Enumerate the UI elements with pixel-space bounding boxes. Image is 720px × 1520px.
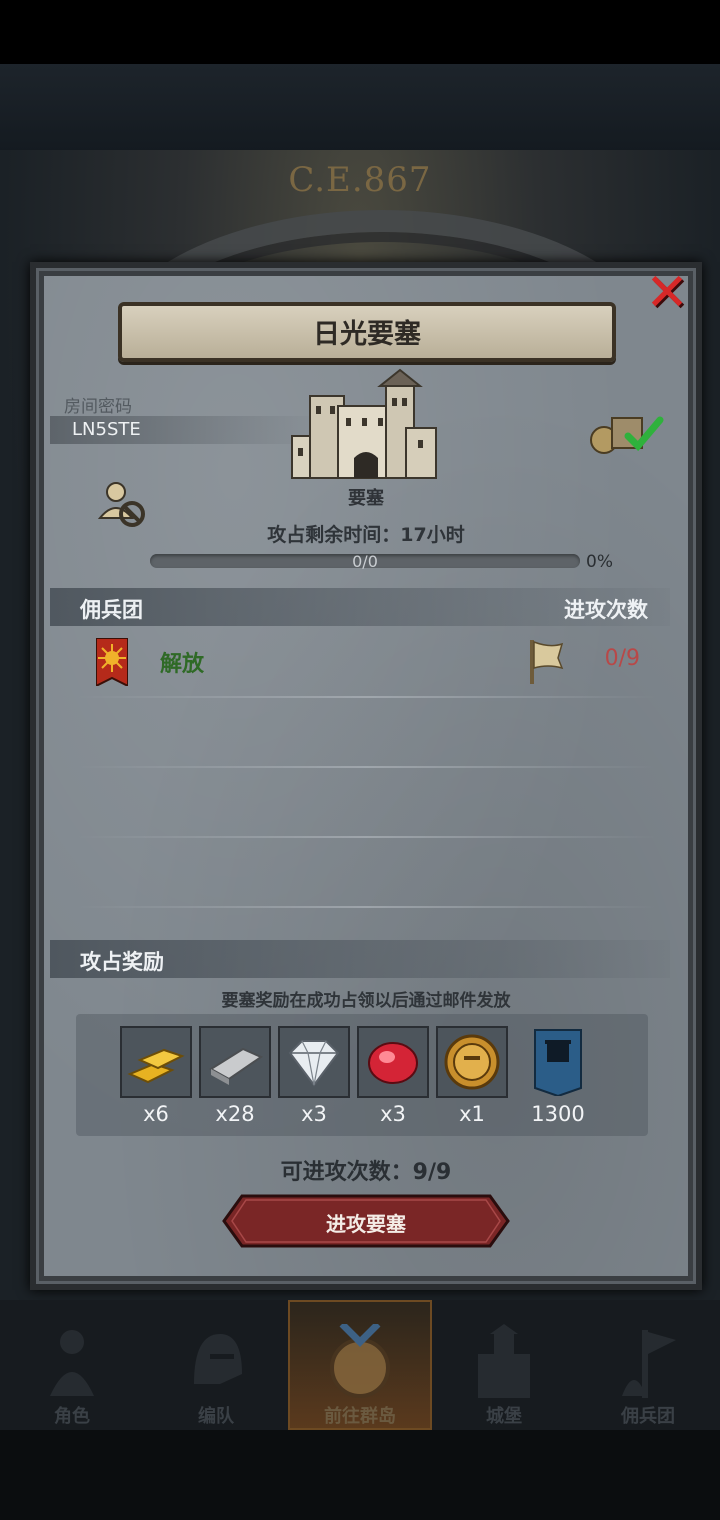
attack-button-label: 进攻要塞 (326, 1212, 406, 1236)
fortress-banner-icon (522, 1026, 594, 1098)
castle-icon (478, 1324, 530, 1398)
compass-globe-icon (330, 1324, 390, 1398)
close-icon: ✕ (645, 263, 689, 323)
top-background (0, 64, 720, 154)
reward-panel: x6 x28 x3 x3 x1 1300 (76, 1014, 648, 1136)
nav-item-mercenary[interactable]: 佣兵团 (576, 1300, 720, 1430)
diamond-icon (278, 1026, 350, 1098)
row-divider (76, 766, 656, 768)
reward-quantity: x3 (301, 1102, 327, 1126)
attacks-remaining: 可进攻次数：9/9 (280, 1160, 452, 1185)
helmet-icon (194, 1334, 242, 1384)
nav-label: 佣兵团 (621, 1406, 675, 1427)
fortress-icon (291, 368, 437, 479)
ruby-icon (357, 1026, 429, 1098)
reward-header: 攻占奖励 (80, 950, 164, 974)
reward-note: 要塞奖励在成功占领以后通过邮件发放 (221, 991, 511, 1011)
fortress-dialog: ✕ 日光要塞 房间密码 LN5STE 要塞 攻占剩余时间：17小时 0/0 0%… (30, 262, 702, 1290)
attack-count-header: 进攻次数 (564, 598, 648, 622)
mercenary-header-bar: 佣兵团 进攻次数 (50, 588, 670, 626)
reward-header-bar: 攻占奖励 (50, 940, 670, 978)
room-code-bar: LN5STE (50, 416, 320, 444)
reward-quantity: x6 (143, 1102, 169, 1126)
progress-count: 0/0 (352, 552, 378, 571)
bottom-bar (0, 1430, 720, 1520)
guild-attack-count: 0/9 (604, 646, 640, 671)
helmet-coin-icon (436, 1026, 508, 1098)
reward-item[interactable]: x3 (278, 1026, 350, 1126)
row-divider (76, 906, 656, 908)
mercenary-icon (622, 1330, 676, 1398)
reward-quantity: 1300 (531, 1102, 585, 1126)
dialog-title: 日光要塞 (313, 319, 421, 350)
nav-item-islands[interactable]: 前往群岛 (288, 1300, 432, 1430)
reward-item[interactable]: x3 (357, 1026, 429, 1126)
row-divider (76, 836, 656, 838)
guild-row[interactable]: 解放 0/9 (50, 628, 670, 698)
nav-label: 编队 (198, 1406, 234, 1427)
reward-quantity: x28 (215, 1102, 255, 1126)
knight-icon (50, 1330, 94, 1396)
progress-percent: 0% (586, 552, 613, 572)
room-code[interactable]: LN5STE (72, 419, 141, 440)
reward-quantity: x3 (380, 1102, 406, 1126)
gold-bars-icon (120, 1026, 192, 1098)
sun-banner-icon (96, 638, 128, 686)
guild-name: 解放 (160, 652, 205, 677)
close-button[interactable]: ✕ (642, 267, 692, 319)
attack-fortress-button[interactable]: 进攻要塞 (222, 1194, 510, 1248)
reward-item[interactable]: x6 (120, 1026, 192, 1126)
nav-label: 城堡 (486, 1406, 522, 1427)
time-remaining: 攻占剩余时间：17小时 (267, 524, 465, 546)
reward-bag-check-icon[interactable] (588, 408, 668, 458)
nav-item-character[interactable]: 角色 (0, 1300, 144, 1430)
silver-ingot-icon (199, 1026, 271, 1098)
nav-item-formation[interactable]: 编队 (144, 1300, 288, 1430)
era-text: C.E.867 (288, 160, 432, 200)
nav-label: 角色 (54, 1406, 90, 1427)
reward-item[interactable]: x28 (199, 1026, 271, 1126)
reward-item[interactable]: x1 (436, 1026, 508, 1126)
status-bar (0, 0, 720, 64)
bottom-nav: 角色 编队 前往群岛 城堡 佣兵团 (0, 1300, 720, 1430)
row-divider (76, 696, 656, 698)
mercenary-header: 佣兵团 (80, 598, 143, 622)
reward-item[interactable]: 1300 (522, 1026, 594, 1126)
nav-item-castle[interactable]: 城堡 (432, 1300, 576, 1430)
title-banner: 日光要塞 (118, 302, 616, 362)
flag-icon (530, 640, 564, 684)
reward-quantity: x1 (459, 1102, 485, 1126)
nav-label: 前往群岛 (324, 1406, 396, 1427)
room-code-label: 房间密码 (64, 397, 132, 417)
